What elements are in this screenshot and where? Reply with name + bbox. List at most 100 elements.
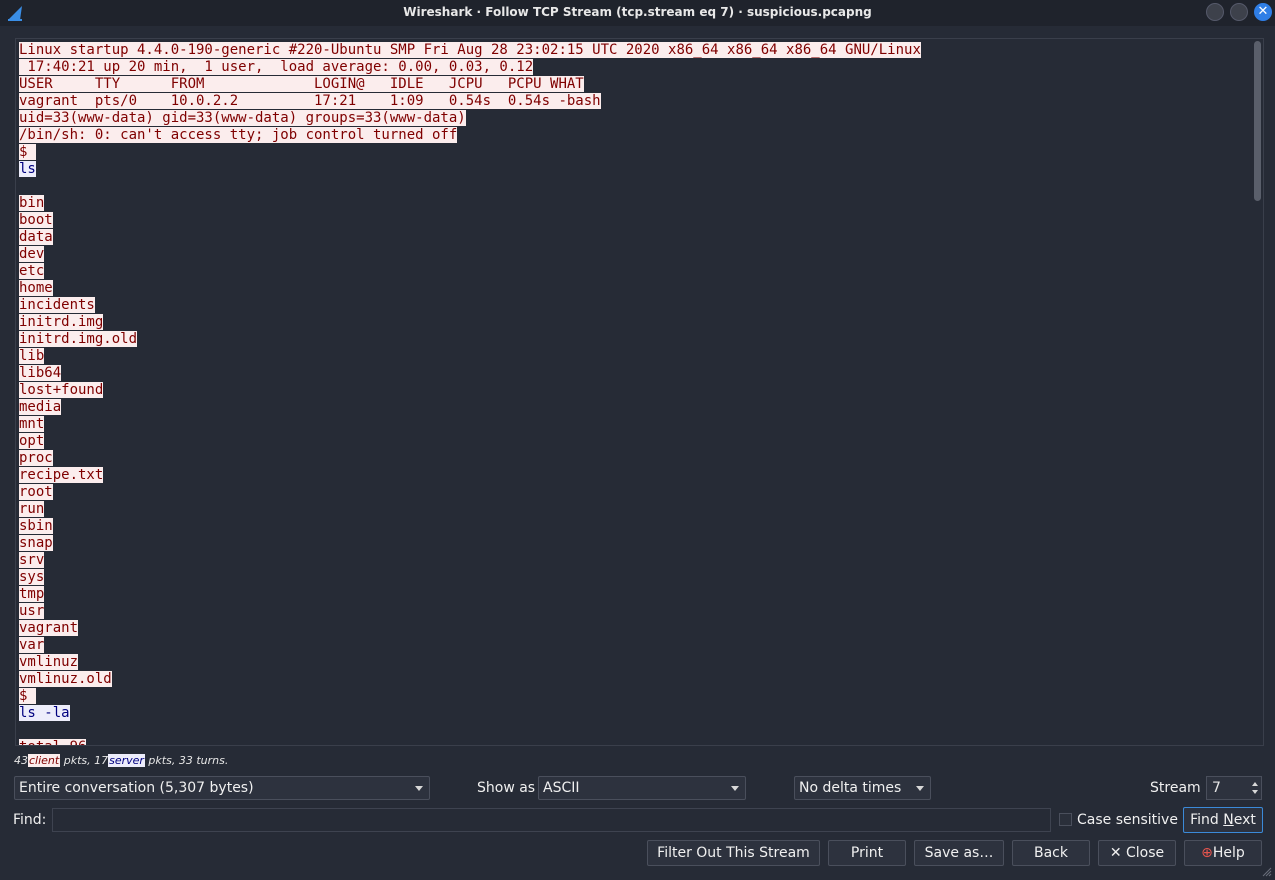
stream-line: root [19, 484, 921, 501]
find-input[interactable] [52, 808, 1051, 832]
stream-line: snap [19, 535, 921, 552]
case-sensitive-label[interactable]: Case sensitive [1077, 812, 1178, 828]
server-text: vagrant [19, 620, 79, 636]
case-sensitive-checkbox[interactable] [1059, 813, 1072, 826]
server-text: vmlinuz.old [19, 671, 112, 687]
stream-line: srv [19, 552, 921, 569]
close-button[interactable]: ✕ Close [1098, 840, 1176, 866]
stream-line: $ [19, 144, 921, 161]
show-as-label: Show as [477, 780, 536, 796]
help-button[interactable]: ⊕Help [1184, 840, 1262, 866]
server-text: incidents [19, 297, 95, 313]
stream-line: mnt [19, 416, 921, 433]
server-text: total 96 [19, 739, 87, 745]
save-as-label: Save as… [924, 845, 994, 861]
conversation-select[interactable]: Entire conversation (5,307 bytes) [14, 776, 430, 800]
stream-line [19, 722, 921, 739]
stream-line: vmlinuz.old [19, 671, 921, 688]
packet-stats: 43client pkts, 17server pkts, 33 turns. [14, 754, 228, 767]
stream-lines: Linux startup 4.4.0-190-generic #220-Ubu… [19, 42, 921, 745]
server-text: proc [19, 450, 53, 466]
stream-line: ls [19, 161, 921, 178]
server-text: tmp [19, 586, 45, 602]
find-next-label-b: N [1223, 812, 1234, 828]
stream-line: recipe.txt [19, 467, 921, 484]
spin-up-icon[interactable] [1252, 782, 1258, 786]
close-icon: ✕ [1109, 845, 1127, 861]
server-text: lost+found [19, 382, 104, 398]
stream-text-view[interactable]: Linux startup 4.4.0-190-generic #220-Ubu… [15, 38, 1264, 746]
stream-line: initrd.img.old [19, 331, 921, 348]
stream-line: vagrant [19, 620, 921, 637]
delta-times-select[interactable]: No delta times [794, 776, 931, 800]
stream-line: var [19, 637, 921, 654]
stream-line: lost+found [19, 382, 921, 399]
find-next-label-c: ext [1233, 812, 1256, 828]
server-text: $ [19, 144, 36, 160]
chevron-down-icon [731, 786, 739, 791]
stream-line: media [19, 399, 921, 416]
client-count: 43 [14, 754, 28, 767]
stream-line: etc [19, 263, 921, 280]
stream-line: data [19, 229, 921, 246]
server-text: initrd.img.old [19, 331, 138, 347]
server-text: $ [19, 688, 36, 704]
client-text: ls [19, 161, 36, 177]
server-text: etc [19, 263, 45, 279]
stream-line: total 96 [19, 739, 921, 745]
save-as-button[interactable]: Save as… [914, 840, 1004, 866]
server-text: root [19, 484, 53, 500]
print-label: Print [850, 845, 884, 861]
show-as-select[interactable]: ASCII [538, 776, 746, 800]
window-title: Wireshark · Follow TCP Stream (tcp.strea… [403, 5, 872, 19]
stream-line [19, 178, 921, 195]
server-text: boot [19, 212, 53, 228]
conversation-value: Entire conversation (5,307 bytes) [19, 780, 254, 796]
server-text: var [19, 637, 45, 653]
find-next-button[interactable]: Find Next [1183, 807, 1263, 833]
stream-line: vmlinuz [19, 654, 921, 671]
help-label: Help [1212, 845, 1245, 861]
server-text: Linux startup 4.4.0-190-generic #220-Ubu… [19, 42, 921, 58]
server-text: home [19, 280, 53, 296]
stream-line: opt [19, 433, 921, 450]
server-text: sys [19, 569, 45, 585]
back-button[interactable]: Back [1012, 840, 1090, 866]
title-bar: Wireshark · Follow TCP Stream (tcp.strea… [0, 0, 1275, 26]
print-button[interactable]: Print [828, 840, 906, 866]
stream-number-spinbox[interactable]: 7 [1206, 776, 1262, 800]
stream-line: lib64 [19, 365, 921, 382]
close-window-button[interactable]: ✕ [1254, 3, 1272, 21]
client-tag: client [28, 754, 61, 767]
server-text: lib [19, 348, 45, 364]
filter-out-label: Filter Out This Stream [657, 845, 810, 861]
maximize-button[interactable] [1230, 3, 1248, 21]
back-label: Back [1034, 845, 1068, 861]
server-text: sbin [19, 518, 53, 534]
filter-out-stream-button[interactable]: Filter Out This Stream [647, 840, 820, 866]
spin-down-icon[interactable] [1252, 790, 1258, 794]
stream-line: boot [19, 212, 921, 229]
minimize-button[interactable] [1206, 3, 1224, 21]
stream-line: uid=33(www-data) gid=33(www-data) groups… [19, 110, 921, 127]
stream-line: usr [19, 603, 921, 620]
server-text: lib64 [19, 365, 62, 381]
stream-line: sbin [19, 518, 921, 535]
resize-grip-icon[interactable] [1262, 867, 1272, 877]
delta-times-value: No delta times [799, 780, 902, 796]
stream-line: proc [19, 450, 921, 467]
server-tag: server [108, 754, 145, 767]
server-text: media [19, 399, 62, 415]
stream-label: Stream [1150, 780, 1201, 796]
stream-line: USER TTY FROM LOGIN@ IDLE JCPU PCPU WHAT [19, 76, 921, 93]
stream-line: bin [19, 195, 921, 212]
client-text: ls -la [19, 705, 70, 721]
vertical-scrollbar[interactable] [1254, 41, 1261, 201]
server-text: bin [19, 195, 45, 211]
show-as-value: ASCII [543, 780, 580, 796]
server-text: dev [19, 246, 45, 262]
stats-tail: pkts, 33 turns. [144, 754, 229, 767]
stream-line: dev [19, 246, 921, 263]
stream-line: incidents [19, 297, 921, 314]
stream-line: lib [19, 348, 921, 365]
